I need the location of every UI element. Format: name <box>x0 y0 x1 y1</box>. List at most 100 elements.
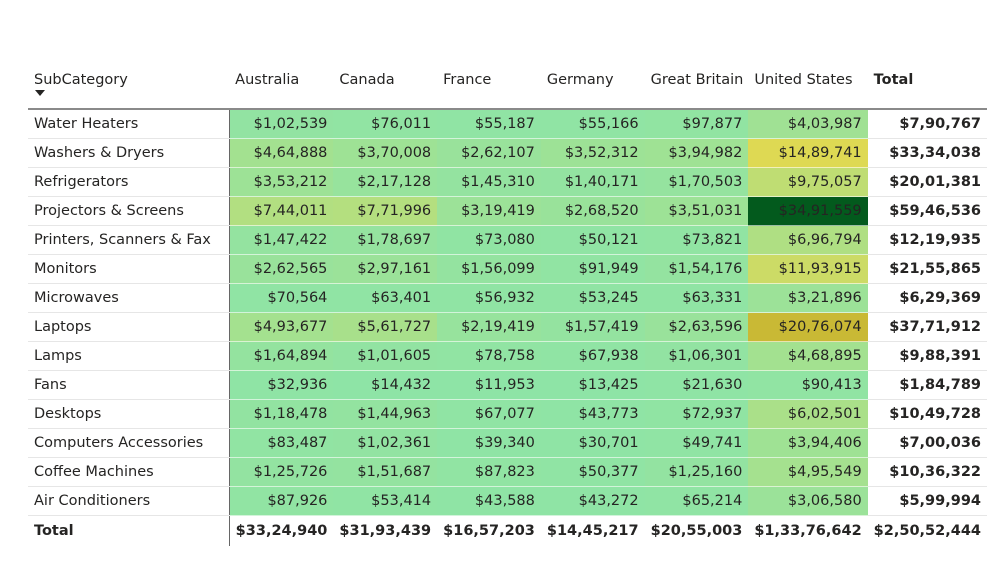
row-header[interactable]: Lamps <box>28 341 230 371</box>
table-row: Refrigerators $3,53,212 $2,17,128 $1,45,310… <box>28 167 987 197</box>
header-row: SubCategory Australia Canada France Germ… <box>28 68 987 110</box>
table-row: Microwaves $70,564 $63,401 $56,932 $53,245 $6… <box>28 283 987 313</box>
column-header-great-britain[interactable]: Great Britain <box>644 68 749 110</box>
table-row: Water Heaters $1,02,539 $76,011 $55,187 $55,… <box>28 109 987 139</box>
cell-united-states: $3,21,896 <box>748 283 868 313</box>
cell-canada: $2,17,128 <box>333 167 438 197</box>
cell-canada: $1,01,605 <box>333 341 438 371</box>
table-row: Fans $32,936 $14,432 $11,953 $13,425 $21,630 $… <box>28 370 987 400</box>
cell-canada: $1,78,697 <box>333 225 438 255</box>
cell-united-states: $4,95,549 <box>748 457 868 487</box>
total-row-label: Total <box>28 515 230 546</box>
sort-descending-icon[interactable] <box>35 90 45 96</box>
cell-france: $39,340 <box>437 428 541 458</box>
cell-great-britain: $72,937 <box>644 399 749 429</box>
cell-canada: $1,44,963 <box>333 399 438 429</box>
column-header-australia[interactable]: Australia <box>229 68 334 110</box>
cell-canada: $2,97,161 <box>333 254 438 284</box>
column-total-great-britain: $20,55,003 <box>650 523 743 539</box>
row-header[interactable]: Fans <box>28 370 230 400</box>
cell-united-states: $34,91,559 <box>748 196 868 226</box>
row-total: $10,36,322 <box>867 457 987 487</box>
row-header[interactable]: Laptops <box>28 312 230 342</box>
cell-france: $73,080 <box>437 225 541 255</box>
cell-united-states: $3,06,580 <box>748 486 868 516</box>
table-row: Monitors $2,62,565 $2,97,161 $1,56,099 $91,9… <box>28 254 987 284</box>
cell-canada: $1,51,687 <box>333 457 438 487</box>
row-total: $10,49,728 <box>867 399 987 429</box>
cell-great-britain: $73,821 <box>644 225 749 255</box>
cell-france: $2,62,107 <box>437 138 541 168</box>
cell-great-britain: $21,630 <box>644 370 749 400</box>
subcategory-header[interactable]: SubCategory <box>28 68 230 110</box>
row-header[interactable]: Microwaves <box>28 283 230 313</box>
cell-canada: $76,011 <box>333 109 438 139</box>
row-total: $59,46,536 <box>867 196 987 226</box>
cell-united-states: $6,96,794 <box>748 225 868 255</box>
cell-great-britain: $1,70,503 <box>644 167 749 197</box>
row-total: $33,34,038 <box>867 138 987 168</box>
row-header[interactable]: Coffee Machines <box>28 457 230 487</box>
cell-united-states: $90,413 <box>748 370 868 400</box>
cell-germany: $13,425 <box>540 370 645 400</box>
row-header[interactable]: Printers, Scanners & Fax <box>28 225 230 255</box>
row-header[interactable]: Water Heaters <box>28 109 230 139</box>
cell-australia: $4,64,888 <box>229 138 334 168</box>
cell-canada: $1,02,361 <box>333 428 438 458</box>
cell-australia: $70,564 <box>229 283 334 313</box>
cell-germany: $50,121 <box>540 225 645 255</box>
matrix-body: Water Heaters $1,02,539 $76,011 $55,187 $55,… <box>28 109 987 516</box>
cell-australia: $1,02,539 <box>229 109 334 139</box>
cell-great-britain: $1,25,160 <box>644 457 749 487</box>
table-row: Lamps $1,64,894 $1,01,605 $78,758 $67,938 $1,… <box>28 341 987 371</box>
row-total: $7,90,767 <box>867 109 987 139</box>
row-header[interactable]: Air Conditioners <box>28 486 230 516</box>
column-header-canada[interactable]: Canada <box>333 68 438 110</box>
column-header-france[interactable]: France <box>437 68 541 110</box>
column-header-germany[interactable]: Germany <box>540 68 645 110</box>
cell-germany: $2,68,520 <box>540 196 645 226</box>
cell-canada: $53,414 <box>333 486 438 516</box>
cell-australia: $7,44,011 <box>229 196 334 226</box>
total-row: Total $33,24,940 $31,93,439 $16,57,203 $… <box>28 515 987 546</box>
column-total-australia: $33,24,940 <box>235 523 328 539</box>
cell-united-states: $11,93,915 <box>748 254 868 284</box>
cell-germany: $3,52,312 <box>540 138 645 168</box>
row-header[interactable]: Washers & Dryers <box>28 138 230 168</box>
cell-germany: $43,773 <box>540 399 645 429</box>
row-total: $9,88,391 <box>867 341 987 371</box>
cell-australia: $3,53,212 <box>229 167 334 197</box>
cell-france: $55,187 <box>437 109 541 139</box>
row-total: $6,29,369 <box>867 283 987 313</box>
cell-france: $11,953 <box>437 370 541 400</box>
row-total: $12,19,935 <box>867 225 987 255</box>
cell-united-states: $3,94,406 <box>748 428 868 458</box>
cell-france: $43,588 <box>437 486 541 516</box>
row-header[interactable]: Computers Accessories <box>28 428 230 458</box>
row-header[interactable]: Desktops <box>28 399 230 429</box>
cell-australia: $87,926 <box>229 486 334 516</box>
cell-united-states: $14,89,741 <box>748 138 868 168</box>
row-header[interactable]: Monitors <box>28 254 230 284</box>
cell-united-states: $20,76,074 <box>748 312 868 342</box>
cell-great-britain: $3,51,031 <box>644 196 749 226</box>
column-header-total[interactable]: Total <box>867 68 987 110</box>
cell-germany: $91,949 <box>540 254 645 284</box>
cell-australia: $1,47,422 <box>229 225 334 255</box>
cell-australia: $32,936 <box>229 370 334 400</box>
column-header-united-states[interactable]: United States <box>748 68 868 110</box>
table-row: Washers & Dryers $4,64,888 $3,70,008 $2,62,… <box>28 138 987 168</box>
cell-great-britain: $1,06,301 <box>644 341 749 371</box>
row-header[interactable]: Projectors & Screens <box>28 196 230 226</box>
cell-france: $56,932 <box>437 283 541 313</box>
cell-france: $1,45,310 <box>437 167 541 197</box>
cell-france: $78,758 <box>437 341 541 371</box>
row-header[interactable]: Refrigerators <box>28 167 230 197</box>
table-row: Projectors & Screens $7,44,011 $7,71,996 $3… <box>28 196 987 226</box>
cell-great-britain: $63,331 <box>644 283 749 313</box>
cell-australia: $4,93,677 <box>229 312 334 342</box>
cell-great-britain: $65,214 <box>644 486 749 516</box>
cell-australia: $1,25,726 <box>229 457 334 487</box>
grand-total: $2,50,52,444 <box>873 523 981 539</box>
row-total: $21,55,865 <box>867 254 987 284</box>
